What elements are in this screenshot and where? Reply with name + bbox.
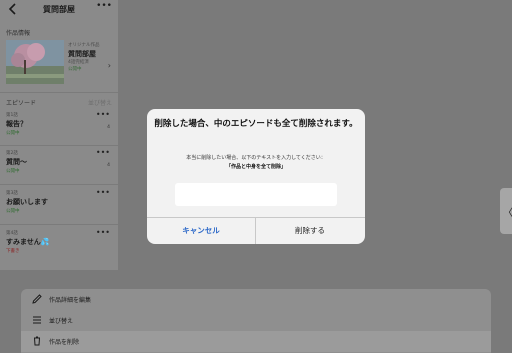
episode-title: 質問〜 (6, 158, 27, 166)
page-title: 質問部屋 (43, 5, 75, 14)
pencil-icon (32, 294, 42, 304)
sort-label: 並び替え (49, 318, 74, 325)
episode-more-icon[interactable]: ••• (96, 110, 110, 119)
delete-work-label: 作品を削除 (49, 339, 80, 346)
work-title: 質問部屋 (68, 50, 96, 58)
work-category: オリジナル作品 (68, 43, 100, 48)
confirm-text-input[interactable] (175, 183, 337, 206)
episode-status: 公開中 (6, 131, 20, 136)
episode-count: 4 (107, 163, 110, 168)
back-arrow-icon[interactable] (8, 2, 18, 16)
chevron-right-icon: › (107, 61, 111, 70)
delete-work-item[interactable]: 作品を削除 (21, 331, 491, 352)
divider (0, 145, 118, 146)
divider (0, 184, 118, 185)
sort-label[interactable]: 並び替え (88, 98, 112, 107)
dialog-message: 本当に削除したい場合、以下のテキストを入力してください： 「作品と中身を全て削除… (153, 154, 359, 172)
episode-item[interactable]: 第4話 すみません💦 下書き ••• (6, 228, 112, 254)
episode-title: お願いします (6, 198, 48, 206)
episode-status: 公開中 (6, 209, 20, 214)
work-card[interactable]: オリジナル作品 質問部屋 4話完結済 公開中 › (6, 40, 118, 88)
episode-status: 公開中 (6, 169, 20, 174)
side-panel-handle[interactable]: 〈 (500, 188, 512, 234)
episode-item[interactable]: 第2話 質問〜 公開中 ••• 4 (6, 148, 112, 174)
sort-item[interactable]: 並び替え (21, 310, 491, 331)
episode-more-icon[interactable]: ••• (96, 228, 110, 237)
episode-more-icon[interactable]: ••• (96, 148, 110, 157)
trash-icon (34, 336, 40, 346)
episode-status: 下書き (6, 249, 20, 254)
delete-button[interactable]: 削除する (256, 217, 364, 244)
divider (0, 92, 118, 93)
episode-more-icon[interactable]: ••• (96, 188, 110, 197)
delete-confirm-dialog: 削除した場合、中のエピソードも全て削除されます。 本当に削除したい場合、以下のテ… (147, 109, 365, 244)
action-sheet: 作品詳細を編集 並び替え 作品を削除 (21, 289, 491, 353)
episodes-section-label: エピソード (6, 100, 37, 107)
work-info-section-label: 作品情報 (6, 30, 31, 37)
work-detail-panel: 質問部屋 ••• 作品情報 オリジナル作品 質問部屋 4話完結済 公開中 › エ… (0, 0, 118, 270)
work-thumbnail (6, 40, 64, 84)
cancel-button[interactable]: キャンセル (147, 217, 255, 244)
top-bar: 質問部屋 ••• (0, 0, 118, 20)
dialog-title: 削除した場合、中のエピソードも全て削除されます。 (154, 119, 358, 129)
dialog-instruction: 本当に削除したい場合、以下のテキストを入力してください： (186, 155, 326, 161)
more-options-icon[interactable]: ••• (96, 1, 112, 11)
episode-title: すみません💦 (6, 238, 50, 246)
list-icon (33, 316, 41, 324)
dialog-required-text: 「作品と中身を全て削除」 (225, 164, 286, 170)
edit-work-details-label: 作品詳細を編集 (49, 297, 92, 304)
edit-work-details-item[interactable]: 作品詳細を編集 (21, 289, 491, 310)
episode-title: 報告？ (6, 120, 27, 128)
episode-item[interactable]: 第3話 お願いします 公開中 ••• (6, 188, 112, 214)
chevron-left-icon: 〈 (503, 208, 512, 219)
episode-item[interactable]: 第1話 報告？ 公開中 ••• 4 (6, 110, 112, 136)
divider (0, 224, 118, 225)
episode-count: 4 (107, 125, 110, 130)
screen: 質問部屋 ••• 作品情報 オリジナル作品 質問部屋 4話完結済 公開中 › エ… (0, 0, 512, 353)
